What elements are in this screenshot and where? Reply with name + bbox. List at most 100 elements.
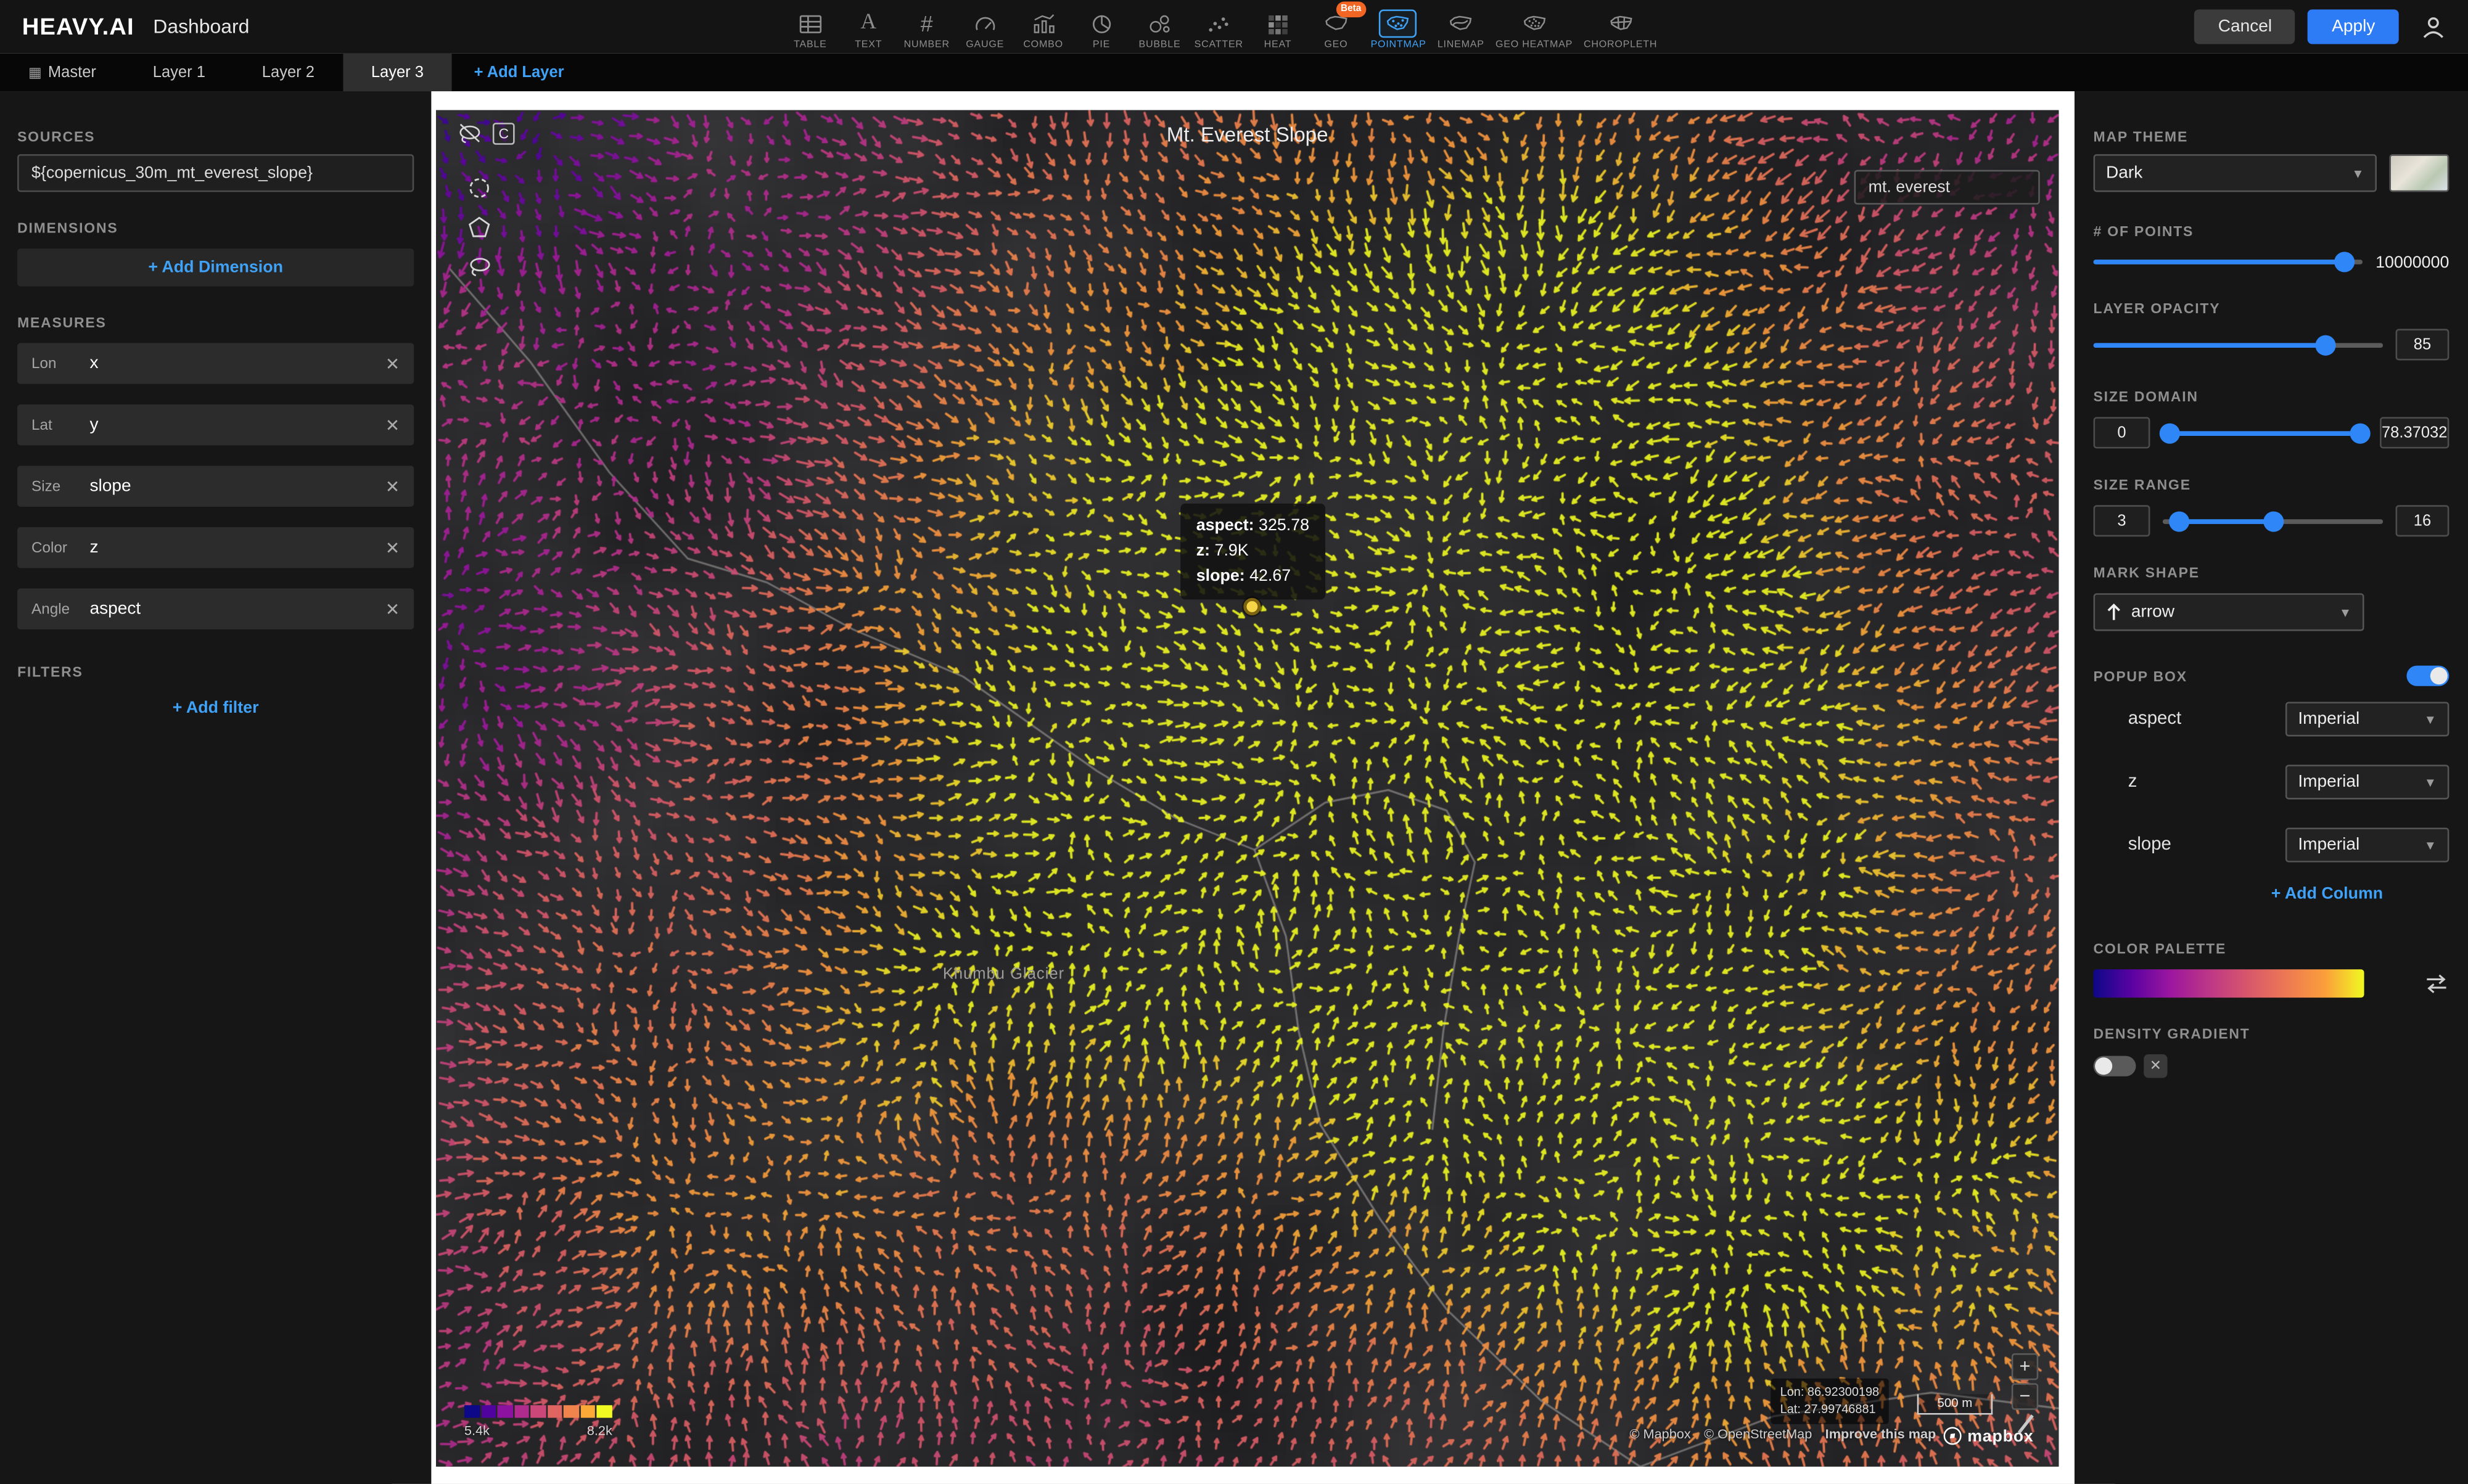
- hover-point-marker: [1243, 598, 1261, 615]
- map-draw-tools: [467, 176, 493, 279]
- aspect-unit-select[interactable]: Imperial▼: [2285, 702, 2449, 736]
- page-title: Dashboard: [153, 16, 249, 38]
- top-bar: HEAVY.AI Dashboard TABLE A TEXT # NUMBER…: [0, 0, 2468, 54]
- pointmap-icon: [1380, 9, 1417, 37]
- chart-type-number[interactable]: # NUMBER: [903, 9, 950, 49]
- color-palette-bar[interactable]: [2094, 969, 2364, 998]
- apply-button[interactable]: Apply: [2308, 9, 2399, 44]
- map-canvas[interactable]: [436, 110, 2059, 1467]
- size-range-max[interactable]: 16: [2396, 505, 2449, 536]
- tab-layer-1[interactable]: Layer 1: [125, 54, 234, 91]
- arrow-shape-icon: [2106, 603, 2122, 622]
- chart-type-combo[interactable]: COMBO: [1019, 9, 1067, 49]
- chart-type-geo-heatmap[interactable]: GEO HEATMAP: [1495, 9, 1573, 49]
- chart-type-heat[interactable]: HEAT: [1254, 9, 1302, 49]
- mark-shape-select[interactable]: arrow ▼: [2094, 593, 2364, 631]
- slope-unit-select[interactable]: Imperial▼: [2285, 828, 2449, 863]
- z-unit-select[interactable]: Imperial▼: [2285, 765, 2449, 799]
- remove-measure-icon[interactable]: ✕: [371, 538, 414, 558]
- chart-type-pointmap[interactable]: POINTMAP: [1371, 9, 1426, 49]
- geo-heatmap-icon: [1515, 9, 1553, 37]
- chart-type-bubble[interactable]: BUBBLE: [1136, 9, 1183, 49]
- cancel-button[interactable]: Cancel: [2194, 9, 2295, 44]
- map-search-input[interactable]: [1854, 170, 2040, 205]
- add-dimension-button[interactable]: + Add Dimension: [17, 248, 414, 286]
- add-filter-button[interactable]: + Add filter: [0, 699, 431, 718]
- opacity-slider[interactable]: [2094, 334, 2384, 355]
- density-gradient-toggle[interactable]: [2094, 1056, 2136, 1076]
- popup-row-z: z Imperial▼: [2094, 765, 2449, 799]
- tab-master[interactable]: ▦Master: [0, 54, 125, 91]
- remove-measure-icon[interactable]: ✕: [371, 476, 414, 496]
- density-gradient-remove-icon[interactable]: ✕: [2144, 1054, 2167, 1078]
- zoom-out-button[interactable]: −: [2012, 1383, 2038, 1409]
- table-icon: [793, 9, 828, 37]
- chart-type-scatter[interactable]: SCATTER: [1195, 9, 1243, 49]
- size-domain-slider[interactable]: [2163, 422, 2367, 443]
- points-slider[interactable]: [2094, 252, 2363, 272]
- circle-select-tool[interactable]: [467, 176, 493, 200]
- chart-type-geo[interactable]: GEO Beta: [1312, 9, 1360, 49]
- mapbox-attribution-link[interactable]: © Mapbox: [1630, 1425, 1691, 1441]
- reverse-palette-icon[interactable]: [2424, 972, 2449, 994]
- size-domain-max[interactable]: 78.37032: [2380, 417, 2449, 448]
- clear-selection-button[interactable]: C: [493, 123, 515, 145]
- source-input[interactable]: [17, 154, 414, 192]
- measure-row-size[interactable]: Size slope ✕: [17, 465, 414, 506]
- lasso-disabled-icon[interactable]: [456, 123, 483, 145]
- chart-type-table[interactable]: TABLE: [787, 9, 834, 49]
- size-range-min[interactable]: 3: [2094, 505, 2150, 536]
- filters-label: FILTERS: [17, 664, 414, 680]
- right-settings-panel: MAP THEME Dark▼ # OF POINTS 10000000 LAY…: [2075, 91, 2468, 1484]
- remove-measure-icon[interactable]: ✕: [371, 353, 414, 374]
- tab-layer-3[interactable]: Layer 3: [343, 54, 452, 91]
- brand-logo: HEAVY.AI: [22, 14, 134, 40]
- chart-type-text[interactable]: A TEXT: [845, 9, 892, 49]
- map-theme-label: MAP THEME: [2094, 91, 2449, 145]
- add-column-button[interactable]: + Add Column: [2094, 884, 2449, 903]
- dimensions-label: DIMENSIONS: [17, 220, 414, 236]
- measure-row-lon[interactable]: Lon x ✕: [17, 343, 414, 383]
- chart-type-gauge[interactable]: GAUGE: [961, 9, 1009, 49]
- place-label: Khumbu Glacier: [943, 966, 1064, 983]
- osm-attribution-link[interactable]: © OpenStreetMap: [1704, 1425, 1812, 1441]
- chart-type-row: TABLE A TEXT # NUMBER GAUGE COMBO PIE: [787, 4, 1658, 49]
- legend-min: 5.4k: [464, 1422, 490, 1438]
- size-range-slider[interactable]: [2163, 510, 2383, 531]
- chevron-down-icon: ▼: [2351, 166, 2364, 180]
- map-theme-select[interactable]: Dark▼: [2094, 154, 2377, 192]
- map-theme-thumbnail[interactable]: [2389, 154, 2449, 192]
- cursor-coordinates: Lon: 86.92300198 Lat: 27.99746881: [1771, 1379, 1888, 1424]
- bubble-icon: [1142, 9, 1177, 37]
- map-scale-bar: 500 m: [1917, 1394, 1993, 1414]
- user-account-icon[interactable]: [2417, 11, 2449, 43]
- chart-type-pie[interactable]: PIE: [1078, 9, 1125, 49]
- lasso-select-tool[interactable]: [467, 255, 493, 278]
- measure-row-color[interactable]: Color z ✕: [17, 527, 414, 568]
- size-domain-min[interactable]: 0: [2094, 417, 2150, 448]
- measure-row-lat[interactable]: Lat y ✕: [17, 404, 414, 445]
- map-legend: 5.4k 8.2k: [464, 1405, 612, 1438]
- improve-map-link[interactable]: Improve this map: [1825, 1425, 1936, 1441]
- chart-type-linemap[interactable]: LINEMAP: [1438, 9, 1485, 49]
- chart-type-choropleth[interactable]: CHOROPLETH: [1584, 9, 1657, 49]
- add-layer-button[interactable]: + Add Layer: [452, 54, 586, 91]
- map-panel-container: Mt. Everest Slope C aspect: 325.78 z: 7.…: [431, 91, 2075, 1484]
- sources-label: SOURCES: [17, 91, 414, 145]
- grid-icon: ▦: [28, 64, 42, 81]
- measure-row-angle[interactable]: Angle aspect ✕: [17, 589, 414, 629]
- chevron-down-icon: ▼: [2424, 775, 2437, 789]
- density-gradient-label: DENSITY GRADIENT: [2094, 1026, 2449, 1042]
- remove-measure-icon[interactable]: ✕: [371, 415, 414, 435]
- text-icon: A: [856, 9, 881, 37]
- zoom-in-button[interactable]: +: [2012, 1353, 2038, 1380]
- popup-box-label: POPUP BOX: [2094, 668, 2187, 684]
- combo-icon: [1026, 9, 1061, 37]
- remove-measure-icon[interactable]: ✕: [371, 599, 414, 619]
- tab-layer-2[interactable]: Layer 2: [234, 54, 343, 91]
- mapbox-logo[interactable]: mapbox: [1942, 1425, 2033, 1446]
- color-palette-label: COLOR PALETTE: [2094, 941, 2449, 957]
- popup-box-toggle[interactable]: [2406, 666, 2449, 686]
- map-title: Mt. Everest Slope: [436, 123, 2059, 146]
- polygon-select-tool[interactable]: [467, 216, 493, 239]
